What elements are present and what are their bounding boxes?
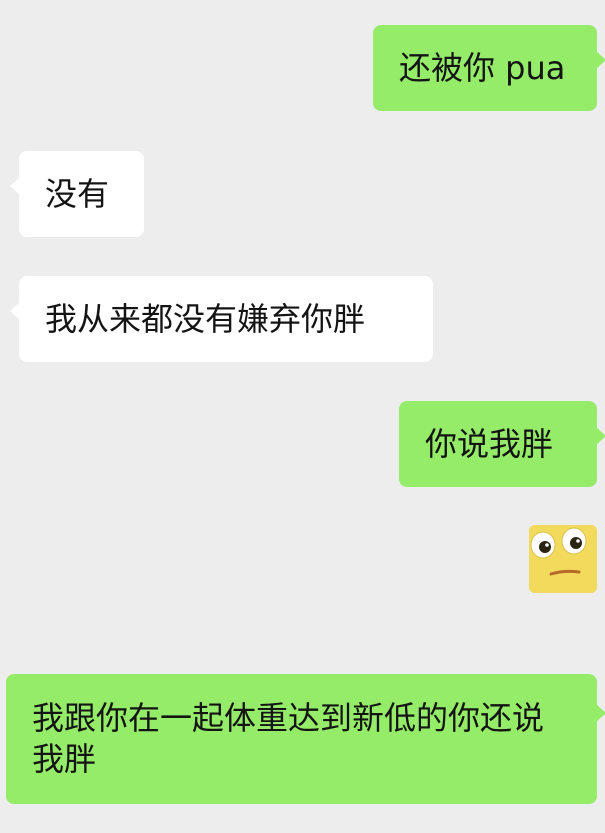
wide-eyed-face-sticker[interactable] [529,525,597,593]
sent-message-bubble[interactable]: 我跟你在一起体重达到新低的你还说我胖 [6,674,605,804]
message-text: 还被你 pua [399,49,566,87]
received-message-bubble[interactable]: 我从来都没有嫌弃你胖 [10,276,433,362]
sent-message-bubble[interactable]: 你说我胖 [399,401,605,487]
message-text: 没有 [45,175,110,213]
received-message-bubble[interactable]: 没有 [10,151,144,237]
message-text: 我跟你在一起体重达到新低的你还说我胖 [32,699,545,778]
sent-message-bubble[interactable]: 还被你 pua [373,25,605,111]
sticker-face-icon [529,525,597,593]
message-text: 我从来都没有嫌弃你胖 [45,300,366,338]
message-text: 你说我胖 [425,425,554,463]
